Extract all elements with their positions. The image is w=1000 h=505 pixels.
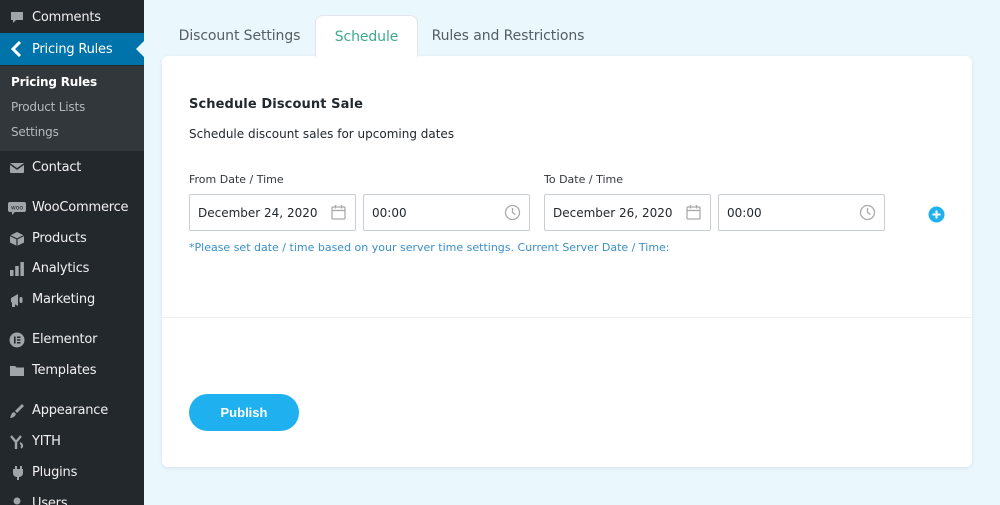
from-time-value: 00:00 (372, 205, 407, 220)
menu-label: Users (32, 496, 68, 505)
folder-icon (0, 363, 32, 379)
tab-discount-settings[interactable]: Discount Settings (172, 15, 307, 57)
divider (162, 317, 972, 318)
submenu-settings[interactable]: Settings (11, 125, 59, 139)
menu-label: YITH (32, 434, 61, 449)
clock-icon[interactable] (859, 204, 876, 221)
menu-analytics[interactable]: Analytics (0, 253, 144, 284)
envelope-icon (0, 160, 32, 176)
section-description: Schedule discount sales for upcoming dat… (189, 127, 455, 141)
menu-label: Contact (32, 160, 82, 175)
menu-products[interactable]: Products (0, 223, 144, 254)
clock-icon[interactable] (504, 204, 521, 221)
comments-icon (0, 10, 32, 26)
menu-label: Templates (32, 363, 97, 378)
submenu-product-lists[interactable]: Product Lists (11, 100, 85, 114)
server-time-note: *Please set date / time based on your se… (189, 241, 670, 254)
megaphone-icon (0, 292, 32, 308)
menu-label: Pricing Rules (32, 41, 113, 57)
tab-label: Schedule (334, 28, 399, 45)
menu-contact[interactable]: Contact (0, 152, 144, 183)
menu-label: Appearance (32, 403, 109, 418)
from-time-input[interactable]: 00:00 (363, 194, 530, 231)
to-time-input[interactable]: 00:00 (718, 194, 885, 231)
menu-plugins[interactable]: Plugins (0, 457, 144, 488)
admin-sidebar: Comments Pricing Rules Pricing Rules Pro… (0, 0, 144, 505)
menu-woocommerce[interactable]: woo WooCommerce (0, 192, 144, 223)
calendar-icon[interactable] (330, 204, 347, 221)
chevron-left-icon (0, 41, 32, 57)
schedule-panel: Schedule Discount Sale Schedule discount… (162, 56, 972, 467)
menu-label: Marketing (32, 292, 95, 307)
menu-comments[interactable]: Comments (0, 2, 144, 33)
menu-appearance[interactable]: Appearance (0, 395, 144, 426)
box-icon (0, 231, 32, 247)
tab-label: Rules and Restrictions (431, 28, 585, 44)
add-schedule-icon[interactable] (928, 206, 945, 223)
submenu-pricing-rules[interactable]: Pricing Rules (11, 75, 97, 89)
menu-label: Plugins (32, 465, 78, 480)
elementor-icon (0, 332, 32, 348)
from-date-time-label: From Date / Time (189, 173, 284, 186)
yith-icon (0, 434, 32, 450)
from-date-value: December 24, 2020 (198, 205, 318, 220)
menu-label: WooCommerce (32, 200, 129, 215)
to-date-value: December 26, 2020 (553, 205, 673, 220)
menu-templates[interactable]: Templates (0, 355, 144, 386)
menu-label: Elementor (32, 332, 98, 347)
menu-elementor[interactable]: Elementor (0, 324, 144, 355)
pricing-rules-submenu: Pricing Rules Product Lists Settings (0, 66, 144, 151)
to-date-input[interactable]: December 26, 2020 (544, 194, 711, 231)
tab-schedule[interactable]: Schedule (315, 15, 418, 57)
menu-label: Products (32, 231, 87, 246)
user-icon (0, 496, 32, 505)
calendar-icon[interactable] (685, 204, 702, 221)
paintbrush-icon (0, 403, 32, 419)
to-date-time-label: To Date / Time (544, 173, 623, 186)
menu-label: Comments (32, 10, 101, 25)
tab-rules-and-restrictions[interactable]: Rules and Restrictions (425, 15, 591, 57)
section-title: Schedule Discount Sale (189, 97, 363, 112)
plug-icon (0, 465, 32, 481)
publish-button[interactable]: Publish (189, 394, 299, 431)
tab-label: Discount Settings (178, 28, 301, 44)
bar-chart-icon (0, 261, 32, 277)
to-time-value: 00:00 (727, 205, 762, 220)
menu-users[interactable]: Users (0, 488, 144, 505)
menu-marketing[interactable]: Marketing (0, 284, 144, 315)
menu-pricing-rules[interactable]: Pricing Rules (0, 33, 144, 65)
woocommerce-icon: woo (0, 201, 32, 215)
svg-text:woo: woo (11, 204, 24, 211)
menu-label: Analytics (32, 261, 90, 276)
from-date-input[interactable]: December 24, 2020 (189, 194, 356, 231)
menu-yith[interactable]: YITH (0, 426, 144, 457)
